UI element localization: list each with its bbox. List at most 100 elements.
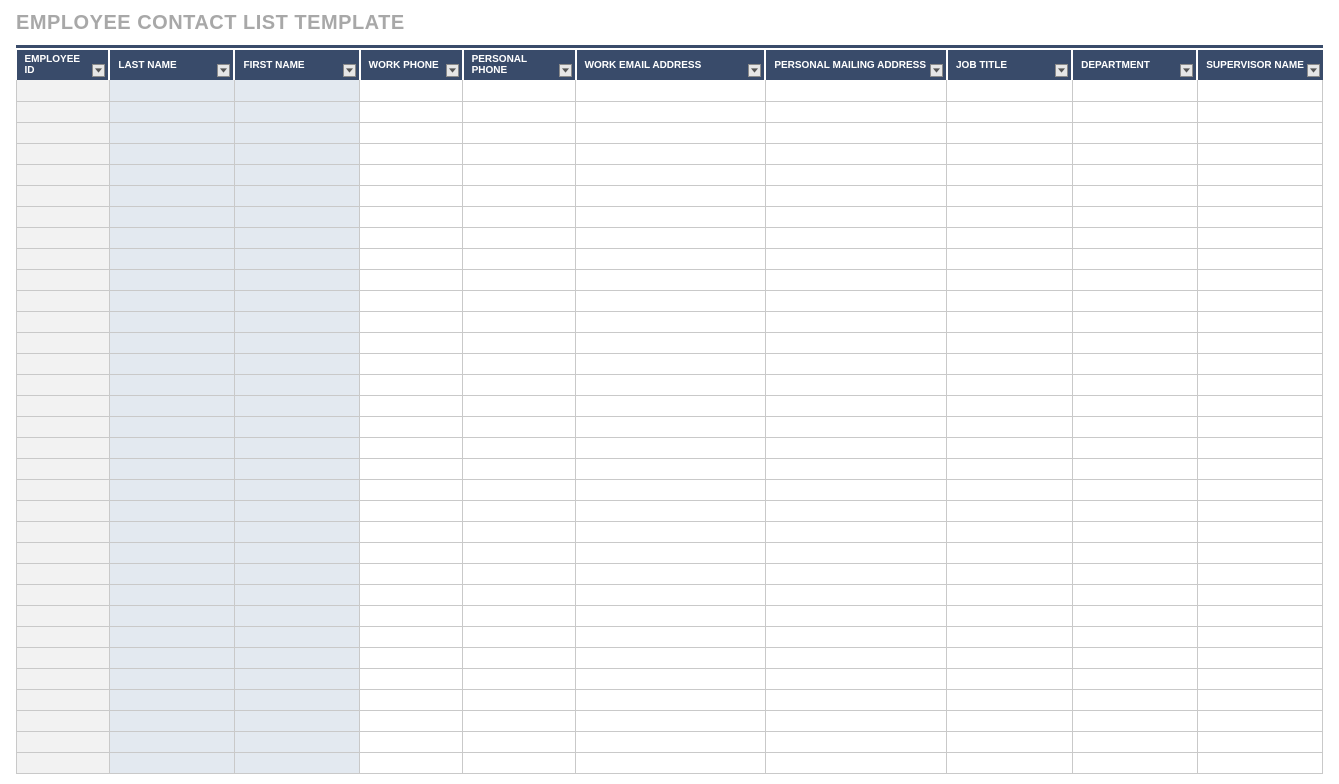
table-cell[interactable] [234, 605, 359, 626]
table-cell[interactable] [1197, 353, 1322, 374]
table-cell[interactable] [360, 353, 463, 374]
table-cell[interactable] [576, 500, 766, 521]
table-cell[interactable] [234, 101, 359, 122]
table-cell[interactable] [360, 101, 463, 122]
table-cell[interactable] [947, 353, 1072, 374]
table-cell[interactable] [360, 164, 463, 185]
table-cell[interactable] [360, 752, 463, 773]
table-cell[interactable] [109, 269, 234, 290]
table-cell[interactable] [576, 584, 766, 605]
table-cell[interactable] [234, 500, 359, 521]
table-cell[interactable] [463, 416, 576, 437]
table-cell[interactable] [360, 605, 463, 626]
table-cell[interactable] [360, 416, 463, 437]
table-cell[interactable] [576, 185, 766, 206]
table-cell[interactable] [109, 710, 234, 731]
table-cell[interactable] [576, 605, 766, 626]
table-cell[interactable] [1197, 605, 1322, 626]
table-cell[interactable] [360, 584, 463, 605]
table-cell[interactable] [17, 290, 110, 311]
table-cell[interactable] [463, 269, 576, 290]
table-cell[interactable] [1072, 542, 1197, 563]
table-cell[interactable] [17, 500, 110, 521]
table-cell[interactable] [463, 731, 576, 752]
table-cell[interactable] [234, 80, 359, 101]
table-cell[interactable] [576, 647, 766, 668]
table-cell[interactable] [360, 332, 463, 353]
table-cell[interactable] [463, 710, 576, 731]
table-cell[interactable] [17, 563, 110, 584]
table-cell[interactable] [1197, 101, 1322, 122]
table-cell[interactable] [463, 353, 576, 374]
table-cell[interactable] [17, 227, 110, 248]
table-cell[interactable] [1072, 269, 1197, 290]
table-cell[interactable] [765, 710, 947, 731]
table-cell[interactable] [360, 80, 463, 101]
table-cell[interactable] [947, 458, 1072, 479]
table-cell[interactable] [463, 311, 576, 332]
table-cell[interactable] [109, 311, 234, 332]
table-cell[interactable] [234, 122, 359, 143]
table-cell[interactable] [947, 710, 1072, 731]
table-cell[interactable] [17, 437, 110, 458]
table-cell[interactable] [17, 479, 110, 500]
table-cell[interactable] [463, 227, 576, 248]
table-cell[interactable] [1072, 122, 1197, 143]
table-cell[interactable] [360, 500, 463, 521]
table-cell[interactable] [109, 122, 234, 143]
table-cell[interactable] [360, 395, 463, 416]
table-cell[interactable] [360, 185, 463, 206]
table-cell[interactable] [109, 542, 234, 563]
table-cell[interactable] [109, 227, 234, 248]
table-cell[interactable] [765, 605, 947, 626]
table-cell[interactable] [947, 731, 1072, 752]
table-cell[interactable] [463, 80, 576, 101]
table-cell[interactable] [234, 269, 359, 290]
table-cell[interactable] [17, 584, 110, 605]
table-cell[interactable] [109, 668, 234, 689]
table-cell[interactable] [576, 122, 766, 143]
table-cell[interactable] [1072, 353, 1197, 374]
table-cell[interactable] [1197, 500, 1322, 521]
table-cell[interactable] [765, 416, 947, 437]
table-cell[interactable] [360, 374, 463, 395]
table-cell[interactable] [576, 206, 766, 227]
table-cell[interactable] [1197, 80, 1322, 101]
table-cell[interactable] [765, 458, 947, 479]
table-cell[interactable] [234, 290, 359, 311]
table-cell[interactable] [765, 332, 947, 353]
table-cell[interactable] [1197, 311, 1322, 332]
table-cell[interactable] [1072, 101, 1197, 122]
table-cell[interactable] [109, 605, 234, 626]
table-cell[interactable] [17, 731, 110, 752]
table-cell[interactable] [17, 647, 110, 668]
table-cell[interactable] [17, 710, 110, 731]
filter-dropdown-icon[interactable] [446, 64, 459, 77]
filter-dropdown-icon[interactable] [1307, 64, 1320, 77]
table-cell[interactable] [109, 290, 234, 311]
table-cell[interactable] [234, 374, 359, 395]
table-cell[interactable] [1197, 458, 1322, 479]
table-cell[interactable] [109, 353, 234, 374]
table-cell[interactable] [109, 248, 234, 269]
table-cell[interactable] [234, 689, 359, 710]
table-cell[interactable] [576, 689, 766, 710]
table-cell[interactable] [1072, 290, 1197, 311]
table-cell[interactable] [1197, 269, 1322, 290]
table-cell[interactable] [765, 437, 947, 458]
table-cell[interactable] [947, 269, 1072, 290]
table-cell[interactable] [947, 374, 1072, 395]
table-cell[interactable] [109, 101, 234, 122]
table-cell[interactable] [234, 647, 359, 668]
table-cell[interactable] [1197, 143, 1322, 164]
table-cell[interactable] [234, 164, 359, 185]
table-cell[interactable] [576, 626, 766, 647]
table-cell[interactable] [1072, 332, 1197, 353]
table-cell[interactable] [463, 542, 576, 563]
table-cell[interactable] [576, 395, 766, 416]
table-cell[interactable] [463, 500, 576, 521]
table-cell[interactable] [463, 248, 576, 269]
table-cell[interactable] [234, 206, 359, 227]
table-cell[interactable] [765, 101, 947, 122]
table-cell[interactable] [947, 248, 1072, 269]
